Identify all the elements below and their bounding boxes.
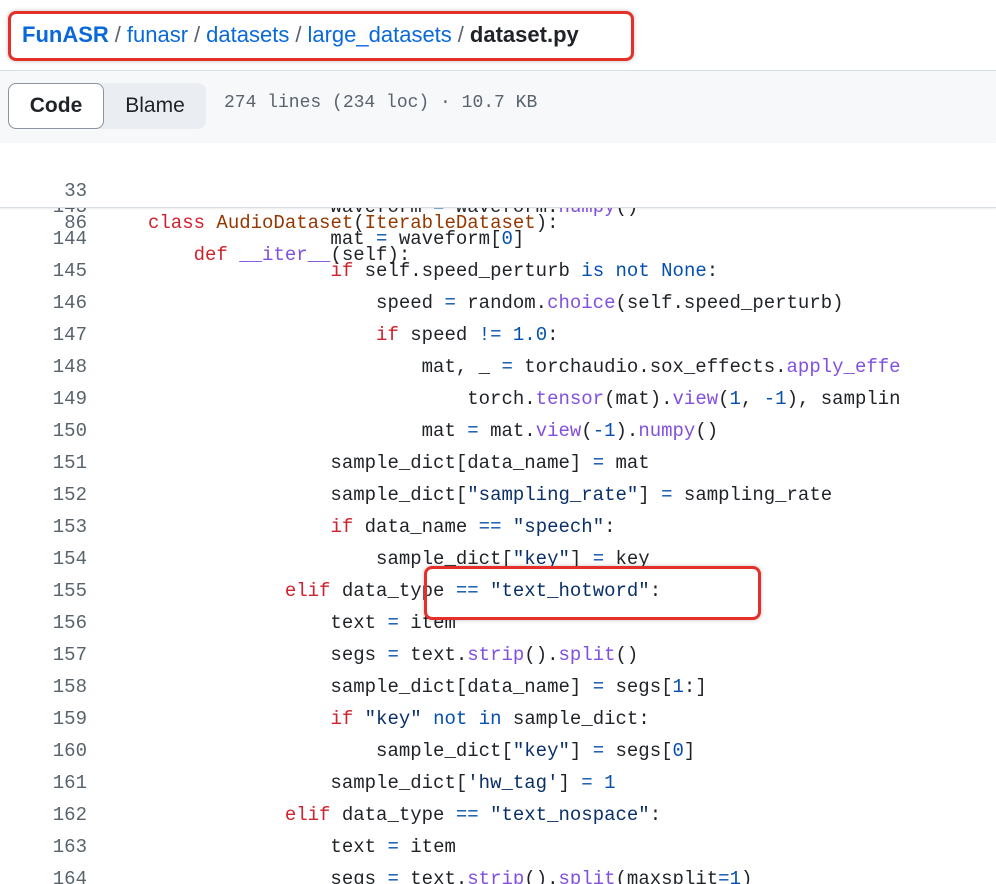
code-view-button[interactable]: Code	[8, 83, 104, 129]
code-line: 149 torch.tensor(mat).view(1, -1), sampl…	[0, 383, 996, 415]
line-number[interactable]: 162	[0, 799, 87, 831]
file-toolbar: Code Blame 274 lines (234 loc) · 10.7 KB	[0, 71, 996, 144]
code-text: sample_dict["key"] = segs[0]	[148, 740, 696, 762]
code-text: mat, _ = torchaudio.sox_effects.apply_ef…	[148, 356, 901, 378]
blame-view-button[interactable]: Blame	[104, 83, 206, 129]
code-text: sample_dict['hw_tag'] = 1	[148, 772, 616, 794]
code-text: sample_dict["key"] = key	[148, 548, 650, 570]
code-line: 164 segs = text.strip().split(maxsplit=1…	[0, 863, 996, 884]
code-text: elif data_type == "text_hotword":	[284, 580, 662, 602]
line-number[interactable]: 151	[0, 447, 87, 479]
code-line: 155 elif data_type == "text_hotword":	[0, 575, 996, 607]
code-text: text = item	[148, 836, 456, 858]
code-line: 156 text = item	[0, 607, 996, 639]
line-number[interactable]: 163	[0, 831, 87, 863]
line-number[interactable]: 155	[0, 575, 87, 607]
line-number[interactable]: 156	[0, 607, 87, 639]
line-number[interactable]: 86	[0, 207, 87, 239]
code-text: torch.tensor(mat).view(1, -1), samplin	[148, 388, 901, 410]
breadcrumb-separator: /	[295, 22, 302, 47]
code-line: 158 sample_dict[data_name] = segs[1:]	[0, 671, 996, 703]
breadcrumb: FunASR / funasr / datasets / large_datasets / da…	[22, 18, 579, 52]
breadcrumb-separator: /	[114, 22, 121, 47]
code-text: mat = mat.view(-1).numpy()	[148, 420, 719, 442]
code-text: if data_name == "speech":	[330, 516, 616, 538]
line-number[interactable]: 164	[0, 863, 87, 884]
code-text: class AudioDataset(IterableDataset):	[148, 212, 559, 234]
code-line: 147 if speed != 1.0:	[0, 319, 996, 351]
code-text: speed = random.choice(self.speed_perturb…	[148, 292, 844, 314]
view-mode-toggle: Code Blame	[8, 83, 206, 129]
code-line: 162 elif data_type == "text_nospace":	[0, 799, 996, 831]
code-line: 159 if "key" not in sample_dict:	[0, 703, 996, 735]
code-text: sample_dict["sampling_rate"] = sampling_…	[148, 484, 833, 506]
line-number[interactable]: 161	[0, 767, 87, 799]
code-text: sample_dict[data_name] = mat	[148, 452, 650, 474]
code-line: 152 sample_dict["sampling_rate"] = sampl…	[0, 479, 996, 511]
breadcrumb-bar: FunASR / funasr / datasets / large_datasets / da…	[0, 0, 996, 71]
code-text: sample_dict[data_name] = segs[1:]	[148, 676, 707, 698]
code-line: 150 mat = mat.view(-1).numpy()	[0, 415, 996, 447]
line-number[interactable]: 149	[0, 383, 87, 415]
line-number[interactable]: 158	[0, 671, 87, 703]
code-line: 151 sample_dict[data_name] = mat	[0, 447, 996, 479]
breadcrumb-link-funasr[interactable]: funasr	[127, 22, 188, 47]
line-number[interactable]: 159	[0, 703, 87, 735]
code-text: text = item	[148, 612, 456, 634]
line-number[interactable]: 154	[0, 543, 87, 575]
line-number[interactable]: 157	[0, 639, 87, 671]
line-number[interactable]: 147	[0, 319, 87, 351]
sticky-line[interactable]: 86 def __iter__(self):	[0, 175, 996, 266]
line-number[interactable]: 152	[0, 479, 87, 511]
code-line: 153 if data_name == "speech":	[0, 511, 996, 543]
code-text: if speed != 1.0:	[376, 324, 559, 346]
code-line: 161 sample_dict['hw_tag'] = 1	[0, 767, 996, 799]
code-line: 146 speed = random.choice(self.speed_per…	[0, 287, 996, 319]
breadcrumb-link-datasets[interactable]: datasets	[206, 22, 289, 47]
code-line: 163 text = item	[0, 831, 996, 863]
code-text: segs = text.strip().split()	[148, 644, 639, 666]
line-number[interactable]: 148	[0, 351, 87, 383]
file-info: 274 lines (234 loc) · 10.7 KB	[224, 93, 538, 113]
code-text: def __iter__(self):	[193, 244, 411, 266]
line-number[interactable]: 150	[0, 415, 87, 447]
breadcrumb-repo-link[interactable]: FunASR	[22, 22, 109, 47]
breadcrumb-separator: /	[194, 22, 201, 47]
code-text: elif data_type == "text_nospace":	[284, 804, 662, 826]
code-line: 154 sample_dict["key"] = key	[0, 543, 996, 575]
code-view: 143 waveform = waveform.numpy() 144 mat …	[0, 206, 996, 884]
breadcrumb-separator: /	[457, 22, 464, 47]
code-line: 157 segs = text.strip().split()	[0, 639, 996, 671]
sticky-line[interactable]: 33 class AudioDataset(IterableDataset):	[0, 143, 996, 234]
breadcrumb-link-large-datasets[interactable]: large_datasets	[307, 22, 451, 47]
line-number[interactable]: 153	[0, 511, 87, 543]
code-line: 160 sample_dict["key"] = segs[0]	[0, 735, 996, 767]
line-number[interactable]: 160	[0, 735, 87, 767]
code-text: segs = text.strip().split(maxsplit=1)	[148, 868, 753, 884]
sticky-scope-header: 33 class AudioDataset(IterableDataset): …	[0, 143, 996, 266]
code-text: if "key" not in sample_dict:	[330, 708, 650, 730]
code-line: 148 mat, _ = torchaudio.sox_effects.appl…	[0, 351, 996, 383]
breadcrumb-current-file: dataset.py	[469, 22, 579, 47]
